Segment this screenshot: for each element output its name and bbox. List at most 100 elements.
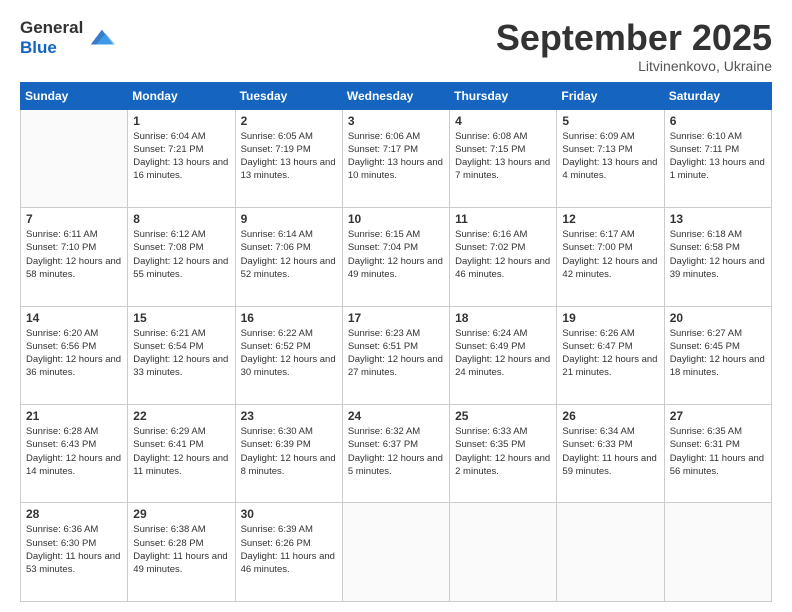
day-number: 24 <box>348 409 444 423</box>
col-saturday: Saturday <box>664 82 771 109</box>
calendar-cell: 28 Sunrise: 6:36 AM Sunset: 6:30 PM Dayli… <box>21 503 128 602</box>
day-info: Sunrise: 6:26 AM Sunset: 6:47 PM Dayligh… <box>562 327 658 380</box>
calendar-cell: 14 Sunrise: 6:20 AM Sunset: 6:56 PM Dayli… <box>21 306 128 404</box>
day-number: 5 <box>562 114 658 128</box>
calendar-cell: 1 Sunrise: 6:04 AM Sunset: 7:21 PM Daylig… <box>128 109 235 207</box>
calendar-cell <box>342 503 449 602</box>
day-number: 25 <box>455 409 551 423</box>
day-number: 27 <box>670 409 766 423</box>
col-thursday: Thursday <box>450 82 557 109</box>
calendar-cell: 25 Sunrise: 6:33 AM Sunset: 6:35 PM Dayli… <box>450 405 557 503</box>
logo-general: General <box>20 18 83 38</box>
calendar-cell: 22 Sunrise: 6:29 AM Sunset: 6:41 PM Dayli… <box>128 405 235 503</box>
day-number: 23 <box>241 409 337 423</box>
calendar-cell <box>557 503 664 602</box>
day-info: Sunrise: 6:15 AM Sunset: 7:04 PM Dayligh… <box>348 228 444 281</box>
calendar-header-row: Sunday Monday Tuesday Wednesday Thursday… <box>21 82 772 109</box>
day-info: Sunrise: 6:39 AM Sunset: 6:26 PM Dayligh… <box>241 523 337 576</box>
day-number: 19 <box>562 311 658 325</box>
col-friday: Friday <box>557 82 664 109</box>
day-number: 18 <box>455 311 551 325</box>
col-monday: Monday <box>128 82 235 109</box>
day-info: Sunrise: 6:33 AM Sunset: 6:35 PM Dayligh… <box>455 425 551 478</box>
day-number: 9 <box>241 212 337 226</box>
day-info: Sunrise: 6:04 AM Sunset: 7:21 PM Dayligh… <box>133 130 229 183</box>
calendar-cell: 10 Sunrise: 6:15 AM Sunset: 7:04 PM Dayli… <box>342 208 449 306</box>
day-number: 16 <box>241 311 337 325</box>
day-info: Sunrise: 6:17 AM Sunset: 7:00 PM Dayligh… <box>562 228 658 281</box>
calendar-cell: 17 Sunrise: 6:23 AM Sunset: 6:51 PM Dayli… <box>342 306 449 404</box>
day-number: 17 <box>348 311 444 325</box>
calendar-week-4: 28 Sunrise: 6:36 AM Sunset: 6:30 PM Dayli… <box>21 503 772 602</box>
calendar-cell: 20 Sunrise: 6:27 AM Sunset: 6:45 PM Dayli… <box>664 306 771 404</box>
day-number: 14 <box>26 311 122 325</box>
calendar-cell: 26Sunrise: 6:34 AM Sunset: 6:33 PM Dayli… <box>557 405 664 503</box>
day-info: Sunrise: 6:22 AM Sunset: 6:52 PM Dayligh… <box>241 327 337 380</box>
day-number: 15 <box>133 311 229 325</box>
title-block: September 2025 Litvinenkovo, Ukraine <box>496 18 772 74</box>
day-info: Sunrise: 6:29 AM Sunset: 6:41 PM Dayligh… <box>133 425 229 478</box>
calendar-cell: 4 Sunrise: 6:08 AM Sunset: 7:15 PM Daylig… <box>450 109 557 207</box>
day-number: 20 <box>670 311 766 325</box>
day-number: 11 <box>455 212 551 226</box>
day-number: 1 <box>133 114 229 128</box>
col-tuesday: Tuesday <box>235 82 342 109</box>
calendar-cell: 9 Sunrise: 6:14 AM Sunset: 7:06 PM Daylig… <box>235 208 342 306</box>
day-info: Sunrise: 6:35 AM Sunset: 6:31 PM Dayligh… <box>670 425 766 478</box>
calendar-cell <box>21 109 128 207</box>
day-info: Sunrise: 6:08 AM Sunset: 7:15 PM Dayligh… <box>455 130 551 183</box>
day-number: 3 <box>348 114 444 128</box>
day-info: Sunrise: 6:34 AM Sunset: 6:33 PM Dayligh… <box>562 425 658 478</box>
calendar-cell: 7 Sunrise: 6:11 AM Sunset: 7:10 PM Daylig… <box>21 208 128 306</box>
day-number: 6 <box>670 114 766 128</box>
calendar-cell: 24Sunrise: 6:32 AM Sunset: 6:37 PM Dayli… <box>342 405 449 503</box>
day-info: Sunrise: 6:23 AM Sunset: 6:51 PM Dayligh… <box>348 327 444 380</box>
calendar-cell: 30Sunrise: 6:39 AM Sunset: 6:26 PM Dayli… <box>235 503 342 602</box>
day-info: Sunrise: 6:09 AM Sunset: 7:13 PM Dayligh… <box>562 130 658 183</box>
calendar-cell: 2 Sunrise: 6:05 AM Sunset: 7:19 PM Daylig… <box>235 109 342 207</box>
day-number: 10 <box>348 212 444 226</box>
col-wednesday: Wednesday <box>342 82 449 109</box>
day-number: 7 <box>26 212 122 226</box>
day-info: Sunrise: 6:21 AM Sunset: 6:54 PM Dayligh… <box>133 327 229 380</box>
logo-blue: Blue <box>20 38 83 58</box>
day-info: Sunrise: 6:20 AM Sunset: 6:56 PM Dayligh… <box>26 327 122 380</box>
day-info: Sunrise: 6:24 AM Sunset: 6:49 PM Dayligh… <box>455 327 551 380</box>
calendar-cell: 29Sunrise: 6:38 AM Sunset: 6:28 PM Dayli… <box>128 503 235 602</box>
day-number: 28 <box>26 507 122 521</box>
day-number: 13 <box>670 212 766 226</box>
calendar-cell: 6 Sunrise: 6:10 AM Sunset: 7:11 PM Daylig… <box>664 109 771 207</box>
calendar-cell: 5 Sunrise: 6:09 AM Sunset: 7:13 PM Daylig… <box>557 109 664 207</box>
logo: General Blue <box>20 18 115 57</box>
day-info: Sunrise: 6:11 AM Sunset: 7:10 PM Dayligh… <box>26 228 122 281</box>
calendar-cell: 13 Sunrise: 6:18 AM Sunset: 6:58 PM Dayli… <box>664 208 771 306</box>
location: Litvinenkovo, Ukraine <box>496 58 772 74</box>
day-info: Sunrise: 6:05 AM Sunset: 7:19 PM Dayligh… <box>241 130 337 183</box>
day-info: Sunrise: 6:18 AM Sunset: 6:58 PM Dayligh… <box>670 228 766 281</box>
calendar-cell: 11 Sunrise: 6:16 AM Sunset: 7:02 PM Dayli… <box>450 208 557 306</box>
day-info: Sunrise: 6:27 AM Sunset: 6:45 PM Dayligh… <box>670 327 766 380</box>
day-number: 22 <box>133 409 229 423</box>
day-info: Sunrise: 6:36 AM Sunset: 6:30 PM Dayligh… <box>26 523 122 576</box>
calendar-cell: 15 Sunrise: 6:21 AM Sunset: 6:54 PM Dayli… <box>128 306 235 404</box>
calendar-cell: 16 Sunrise: 6:22 AM Sunset: 6:52 PM Dayli… <box>235 306 342 404</box>
calendar-cell: 18 Sunrise: 6:24 AM Sunset: 6:49 PM Dayli… <box>450 306 557 404</box>
logo-icon <box>87 24 115 52</box>
day-info: Sunrise: 6:12 AM Sunset: 7:08 PM Dayligh… <box>133 228 229 281</box>
calendar: Sunday Monday Tuesday Wednesday Thursday… <box>20 82 772 602</box>
day-number: 8 <box>133 212 229 226</box>
header: General Blue September 2025 Litvinenkovo… <box>20 18 772 74</box>
calendar-cell: 8 Sunrise: 6:12 AM Sunset: 7:08 PM Daylig… <box>128 208 235 306</box>
day-number: 4 <box>455 114 551 128</box>
calendar-cell <box>664 503 771 602</box>
day-number: 29 <box>133 507 229 521</box>
day-info: Sunrise: 6:16 AM Sunset: 7:02 PM Dayligh… <box>455 228 551 281</box>
day-info: Sunrise: 6:06 AM Sunset: 7:17 PM Dayligh… <box>348 130 444 183</box>
day-number: 2 <box>241 114 337 128</box>
day-info: Sunrise: 6:10 AM Sunset: 7:11 PM Dayligh… <box>670 130 766 183</box>
calendar-cell: 3 Sunrise: 6:06 AM Sunset: 7:17 PM Daylig… <box>342 109 449 207</box>
day-info: Sunrise: 6:28 AM Sunset: 6:43 PM Dayligh… <box>26 425 122 478</box>
calendar-week-2: 14 Sunrise: 6:20 AM Sunset: 6:56 PM Dayli… <box>21 306 772 404</box>
calendar-cell: 27 Sunrise: 6:35 AM Sunset: 6:31 PM Dayli… <box>664 405 771 503</box>
day-info: Sunrise: 6:14 AM Sunset: 7:06 PM Dayligh… <box>241 228 337 281</box>
